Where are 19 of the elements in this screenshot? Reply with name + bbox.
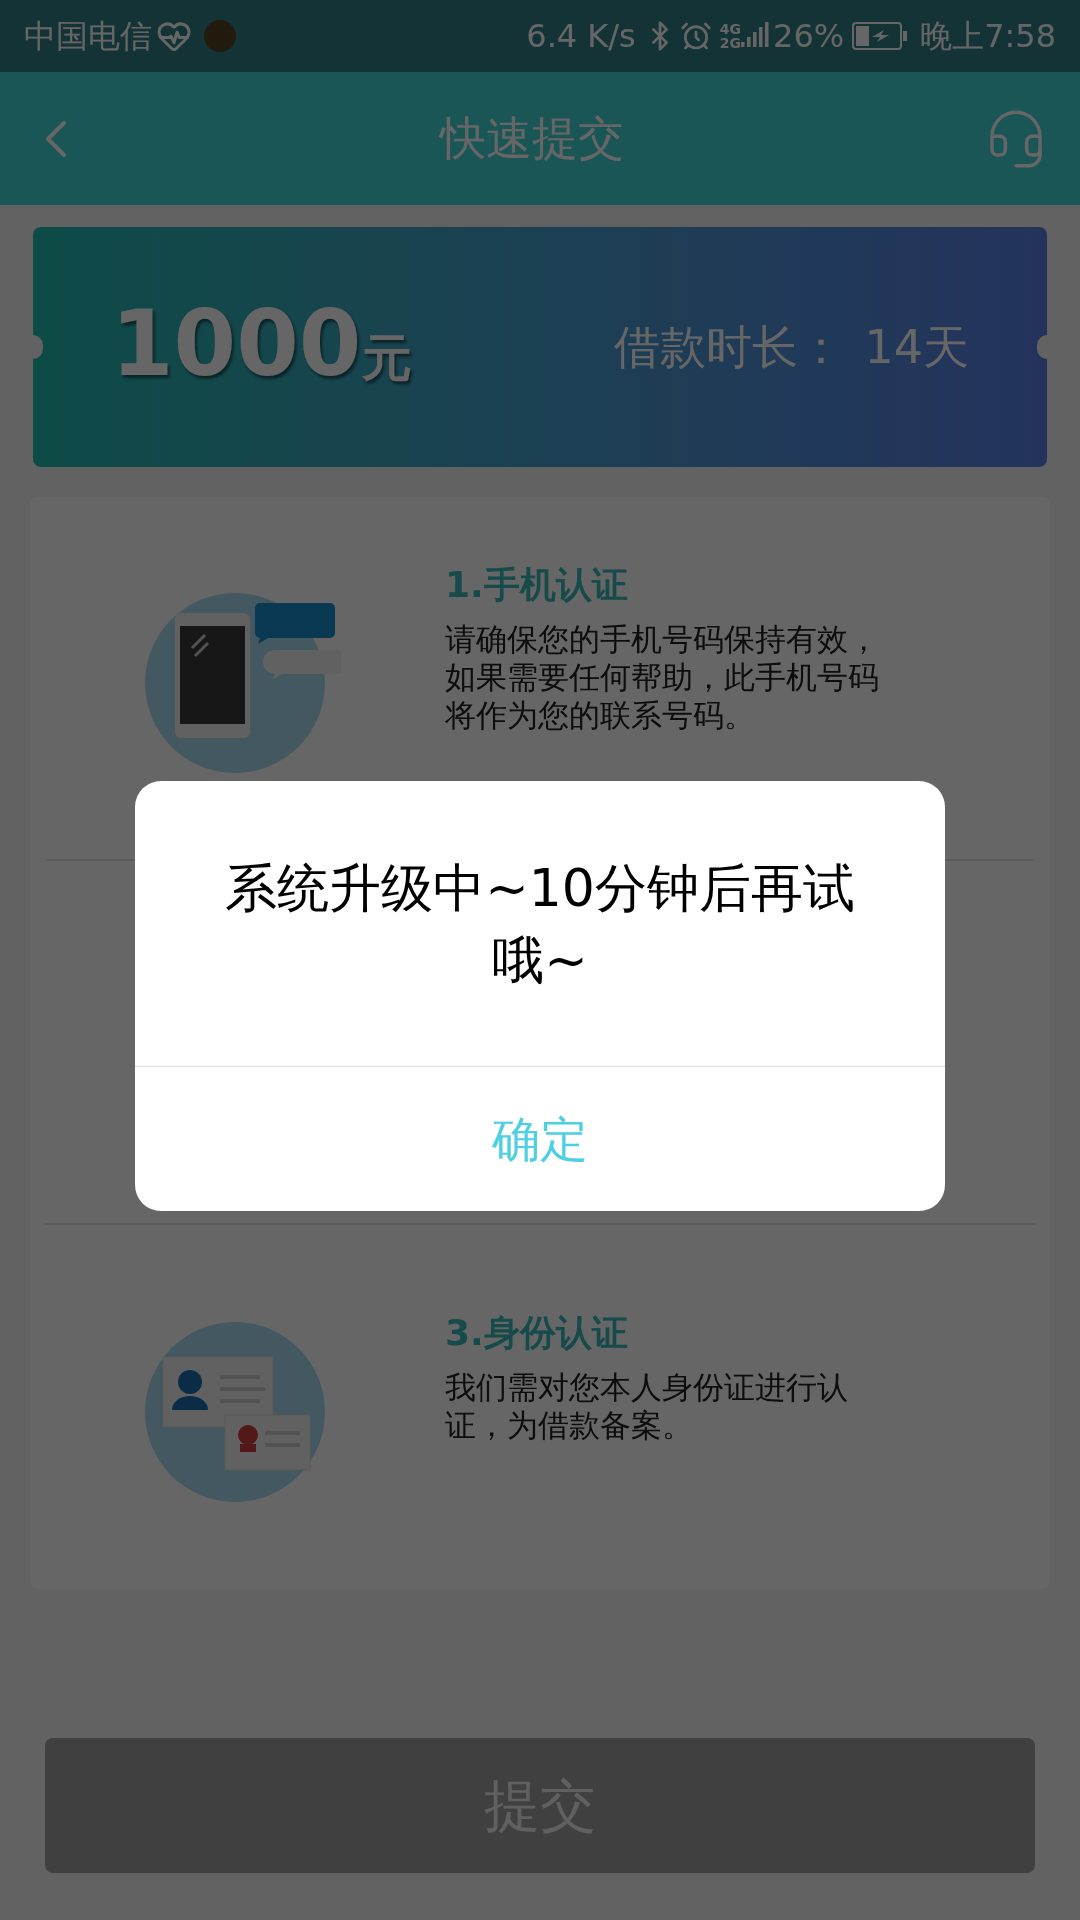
step-description: 我们需对您本人身份证进行认证，为借款备案。: [445, 1368, 849, 1444]
term-value: 14天: [864, 318, 969, 376]
network-type-label: 2G: [719, 36, 741, 50]
step-title: 1.手机认证: [445, 563, 629, 607]
confirm-button[interactable]: 确定: [135, 1066, 945, 1211]
battery-percent: 26%: [773, 16, 845, 57]
alarm-icon: [679, 20, 712, 52]
dialog-message: 系统升级中~10分钟后再试哦~: [224, 856, 856, 992]
loan-amount: 1000: [111, 298, 362, 389]
page-title: 快速提交: [440, 110, 624, 167]
clock-time: 晚上7:58: [920, 16, 1056, 57]
term-label: 借款时长：: [614, 318, 845, 376]
battery-charging-icon: [852, 22, 909, 50]
network-type-label: 4G: [719, 22, 741, 36]
step-description: 请确保您的手机号码保持有效，如果需要任何帮助，此手机号码将作为您的联系号码。: [445, 620, 880, 734]
network-speed: 6.4 K/s: [526, 16, 636, 57]
currency-unit: 元: [361, 327, 412, 389]
step-title: 3.身份认证: [445, 1311, 629, 1355]
carrier-name: 中国电信: [24, 16, 152, 57]
